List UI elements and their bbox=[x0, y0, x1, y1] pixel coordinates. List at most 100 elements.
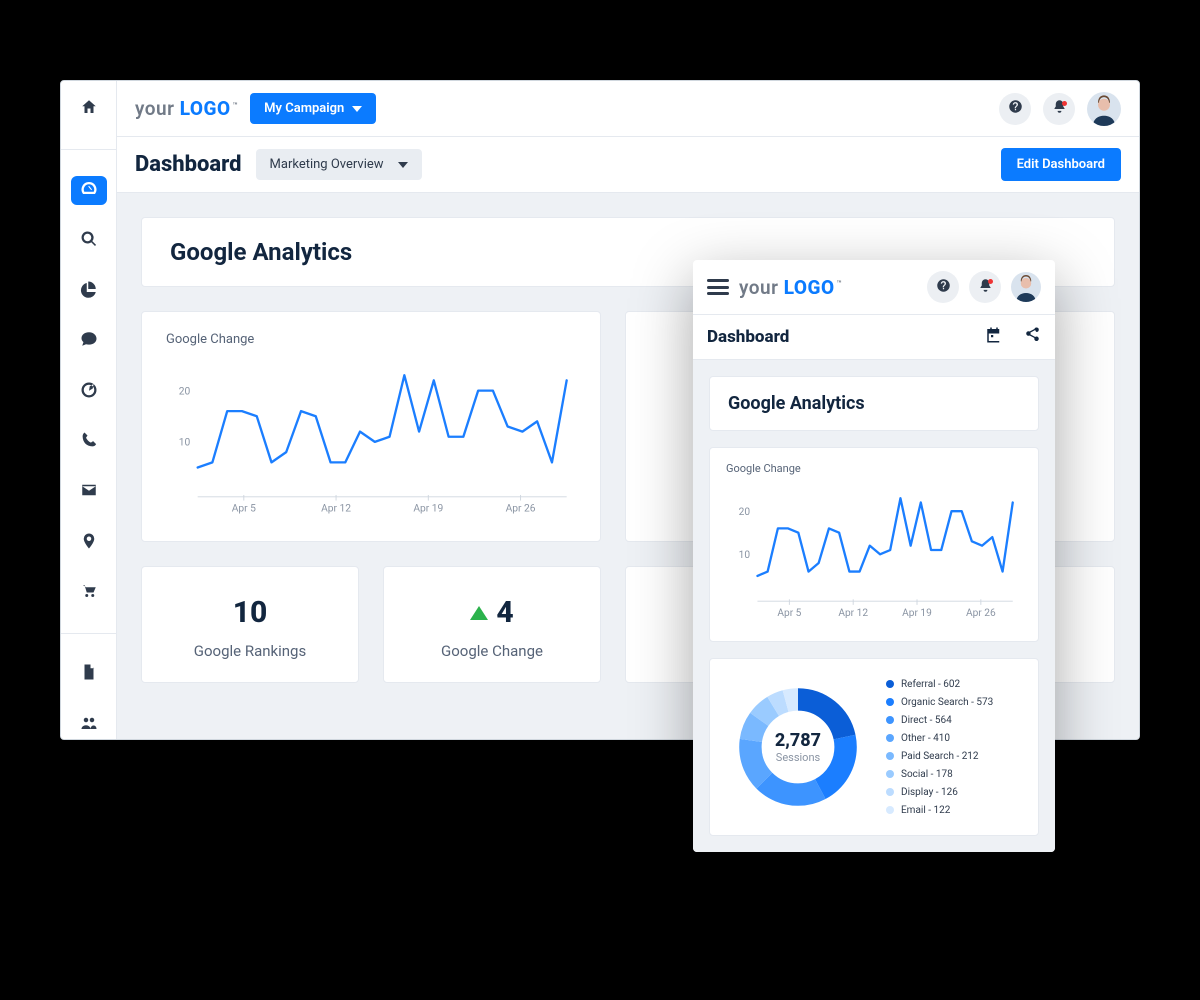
nav-docs[interactable] bbox=[71, 660, 107, 688]
nav-places[interactable] bbox=[71, 529, 107, 557]
svg-text:Apr 26: Apr 26 bbox=[506, 502, 536, 515]
legend-item: Other - 410 bbox=[886, 733, 993, 744]
legend-item: Paid Search - 212 bbox=[886, 751, 993, 762]
home-icon bbox=[80, 98, 98, 120]
pie-icon bbox=[80, 280, 98, 302]
view-label: Marketing Overview bbox=[270, 157, 384, 172]
cart-icon bbox=[80, 582, 98, 604]
notifications-button[interactable] bbox=[1043, 93, 1075, 125]
nav-dashboard[interactable] bbox=[71, 176, 107, 204]
user-avatar[interactable] bbox=[1087, 92, 1121, 126]
legend-label: Display - 126 bbox=[901, 787, 958, 798]
legend-label: Email - 122 bbox=[901, 805, 950, 816]
chart-title: Google Change bbox=[166, 332, 576, 347]
legend-label: Social - 178 bbox=[901, 769, 953, 780]
mail-icon bbox=[80, 481, 98, 503]
notification-dot bbox=[1062, 101, 1067, 106]
svg-text:Apr 12: Apr 12 bbox=[321, 502, 351, 515]
sidebar-divider bbox=[61, 633, 116, 634]
topbar: your LOGO™ My Campaign bbox=[117, 81, 1139, 137]
nav-home[interactable] bbox=[71, 95, 107, 123]
mobile-section-title: Google Analytics bbox=[728, 393, 1020, 414]
mobile-section-header: Google Analytics bbox=[709, 376, 1039, 431]
phone-icon bbox=[80, 431, 98, 453]
donut-legend: Referral - 602 Organic Search - 573 Direct… bbox=[886, 679, 993, 816]
sidebar-divider bbox=[61, 149, 116, 150]
nav-chat[interactable] bbox=[71, 327, 107, 355]
campaign-dropdown[interactable]: My Campaign bbox=[250, 93, 376, 124]
stat-value: 10 bbox=[233, 595, 268, 630]
legend-swatch bbox=[886, 734, 894, 742]
svg-text:Apr 12: Apr 12 bbox=[838, 608, 868, 619]
legend-label: Referral - 602 bbox=[901, 679, 960, 690]
legend-swatch bbox=[886, 716, 894, 724]
help-button[interactable] bbox=[927, 271, 959, 303]
chart-title: Google Change bbox=[726, 462, 1022, 475]
donut-subtitle: Sessions bbox=[776, 751, 820, 764]
stat-rankings: 10 Google Rankings bbox=[141, 566, 359, 683]
svg-text:Apr 5: Apr 5 bbox=[777, 608, 801, 619]
mobile-page-title: Dashboard bbox=[707, 327, 789, 347]
legend-label: Paid Search - 212 bbox=[901, 751, 979, 762]
legend-item: Social - 178 bbox=[886, 769, 993, 780]
subheader: Dashboard Marketing Overview Edit Dashbo… bbox=[117, 137, 1139, 193]
hamburger-menu[interactable] bbox=[707, 279, 729, 295]
question-icon bbox=[936, 278, 951, 297]
help-button[interactable] bbox=[999, 93, 1031, 125]
target-icon bbox=[80, 381, 98, 403]
user-avatar[interactable] bbox=[1011, 272, 1041, 302]
legend-label: Organic Search - 573 bbox=[901, 697, 993, 708]
legend-swatch bbox=[886, 752, 894, 760]
legend-swatch bbox=[886, 698, 894, 706]
nav-shop[interactable] bbox=[71, 579, 107, 607]
legend-label: Other - 410 bbox=[901, 733, 950, 744]
question-icon bbox=[1008, 99, 1023, 118]
donut-total: 2,787 bbox=[775, 730, 821, 751]
legend-swatch bbox=[886, 788, 894, 796]
gauge-icon bbox=[80, 179, 98, 201]
google-change-chart-card: Google Change 1020Apr 5Apr 12Apr 19Apr 2… bbox=[141, 311, 601, 542]
legend-item: Direct - 564 bbox=[886, 715, 993, 726]
mobile-topbar: your LOGO™ bbox=[693, 260, 1055, 314]
nav-reports[interactable] bbox=[71, 277, 107, 305]
view-dropdown[interactable]: Marketing Overview bbox=[256, 149, 422, 180]
legend-item: Organic Search - 573 bbox=[886, 697, 993, 708]
mobile-line-chart: 10 20 Apr 5 Apr 12 Apr 19 Apr 26 bbox=[726, 479, 1022, 629]
stat-label: Google Change bbox=[396, 642, 588, 660]
search-icon bbox=[80, 230, 98, 252]
brand-logo: your LOGO™ bbox=[135, 97, 238, 120]
mobile-chart-card: Google Change 10 20 Apr 5 Apr 12 Apr 19 Apr 2… bbox=[709, 447, 1039, 642]
nav-calls[interactable] bbox=[71, 428, 107, 456]
nav-mail[interactable] bbox=[71, 478, 107, 506]
nav-users[interactable] bbox=[71, 711, 107, 739]
mobile-donut-card: 2,787 Sessions Referral - 602 Organic Sea… bbox=[709, 658, 1039, 836]
chat-icon bbox=[80, 330, 98, 352]
calendar-button[interactable] bbox=[985, 326, 1003, 348]
mobile-titlebar: Dashboard bbox=[693, 314, 1055, 360]
svg-text:10: 10 bbox=[179, 436, 191, 449]
chevron-down-icon bbox=[352, 106, 362, 112]
file-icon bbox=[80, 663, 98, 685]
nav-target[interactable] bbox=[71, 378, 107, 406]
svg-text:Apr 19: Apr 19 bbox=[902, 608, 932, 619]
pin-icon bbox=[80, 532, 98, 554]
mobile-content: Google Analytics Google Change 10 20 Apr 5… bbox=[693, 360, 1055, 852]
notifications-button[interactable] bbox=[969, 271, 1001, 303]
legend-swatch bbox=[886, 680, 894, 688]
legend-item: Display - 126 bbox=[886, 787, 993, 798]
svg-text:10: 10 bbox=[739, 550, 751, 561]
share-button[interactable] bbox=[1023, 326, 1041, 348]
chevron-down-icon bbox=[398, 162, 408, 168]
edit-dashboard-button[interactable]: Edit Dashboard bbox=[1001, 148, 1121, 181]
svg-text:Apr 26: Apr 26 bbox=[966, 608, 996, 619]
svg-text:20: 20 bbox=[739, 507, 751, 518]
stat-change: 4 Google Change bbox=[383, 566, 601, 683]
brand-logo: your LOGO™ bbox=[739, 276, 842, 299]
sidebar bbox=[61, 81, 117, 739]
nav-search[interactable] bbox=[71, 227, 107, 255]
svg-text:Apr 19: Apr 19 bbox=[413, 502, 443, 515]
stat-value: 4 bbox=[496, 595, 513, 630]
legend-label: Direct - 564 bbox=[901, 715, 952, 726]
legend-item: Email - 122 bbox=[886, 805, 993, 816]
campaign-label: My Campaign bbox=[264, 101, 344, 116]
